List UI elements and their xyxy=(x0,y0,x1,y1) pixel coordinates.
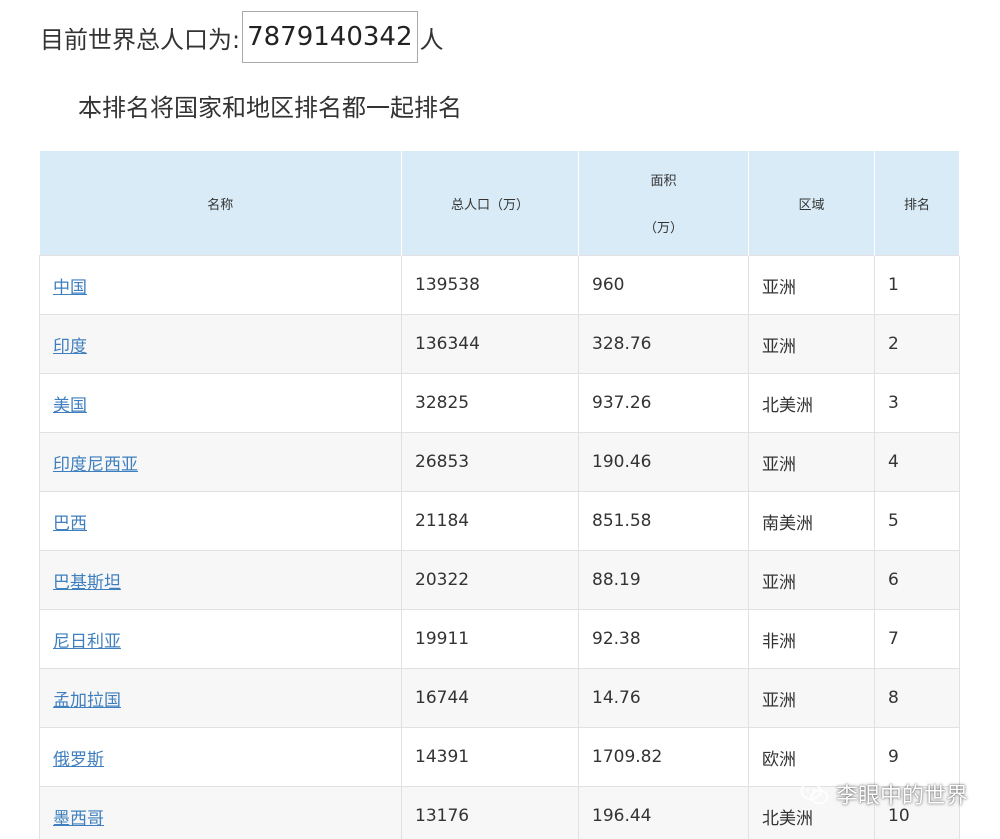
header-row: 名称 总人口（万） 面积 （万） 区域 排名 xyxy=(39,151,960,256)
cell-population: 19911 xyxy=(401,609,579,669)
column-header-name: 名称 xyxy=(39,151,402,256)
cell-region: 南美洲 xyxy=(748,491,875,551)
cell-area: 92.38 xyxy=(578,609,749,669)
population-label: 目前世界总人口为: xyxy=(40,25,241,54)
table-row: 美国 32825 937.26 北美洲 3 xyxy=(39,373,960,433)
country-link[interactable]: 孟加拉国 xyxy=(53,691,121,711)
country-link[interactable]: 巴基斯坦 xyxy=(53,573,121,593)
cell-rank: 2 xyxy=(874,314,960,374)
cell-area: 14.76 xyxy=(578,668,749,728)
cell-name: 墨西哥 xyxy=(39,786,402,839)
cell-area: 851.58 xyxy=(578,491,749,551)
cell-name: 美国 xyxy=(39,373,402,433)
cell-rank: 6 xyxy=(874,550,960,610)
cell-population: 32825 xyxy=(401,373,579,433)
population-value-box: 7879140342 xyxy=(242,11,418,63)
cell-population: 13176 xyxy=(401,786,579,839)
table-row: 巴西 21184 851.58 南美洲 5 xyxy=(39,491,960,551)
cell-area: 1709.82 xyxy=(578,727,749,787)
watermark-text: 李眼中的世界 xyxy=(835,784,968,809)
cell-rank: 8 xyxy=(874,668,960,728)
cell-region: 亚洲 xyxy=(748,432,875,492)
cell-area: 88.19 xyxy=(578,550,749,610)
cell-population: 16744 xyxy=(401,668,579,728)
country-link[interactable]: 中国 xyxy=(53,278,87,298)
country-link[interactable]: 印度 xyxy=(53,337,87,357)
table-body: 中国 139538 960 亚洲 1 印度 136344 328.76 亚洲 2… xyxy=(39,255,960,839)
column-header-rank: 排名 xyxy=(874,151,960,256)
cell-name: 巴西 xyxy=(39,491,402,551)
cell-region: 北美洲 xyxy=(748,373,875,433)
page: 目前世界总人口为: 7879140342 人 本排名将国家和地区排名都一起排名 … xyxy=(0,0,1000,839)
population-ranking-table: 名称 总人口（万） 面积 （万） 区域 排名 中国 139538 960 亚洲 1… xyxy=(39,151,960,839)
cell-area: 960 xyxy=(578,255,749,315)
cell-population: 136344 xyxy=(401,314,579,374)
cell-rank: 4 xyxy=(874,432,960,492)
country-link[interactable]: 尼日利亚 xyxy=(53,632,121,652)
cell-name: 印度尼西亚 xyxy=(39,432,402,492)
cell-population: 139538 xyxy=(401,255,579,315)
country-link[interactable]: 巴西 xyxy=(53,514,87,534)
cell-rank: 1 xyxy=(874,255,960,315)
population-unit: 人 xyxy=(419,25,444,54)
table-row: 印度 136344 328.76 亚洲 2 xyxy=(39,314,960,374)
cell-population: 14391 xyxy=(401,727,579,787)
cell-area: 196.44 xyxy=(578,786,749,839)
cell-region: 亚洲 xyxy=(748,255,875,315)
cell-region: 亚洲 xyxy=(748,550,875,610)
cell-name: 巴基斯坦 xyxy=(39,550,402,610)
cell-area: 328.76 xyxy=(578,314,749,374)
country-link[interactable]: 墨西哥 xyxy=(53,809,104,829)
watermark: 李眼中的世界 xyxy=(800,778,968,810)
cell-rank: 3 xyxy=(874,373,960,433)
column-header-area: 面积 （万） xyxy=(578,151,749,256)
wechat-icon xyxy=(800,782,829,805)
ranking-note: 本排名将国家和地区排名都一起排名 xyxy=(78,94,462,122)
cell-name: 中国 xyxy=(39,255,402,315)
table-header: 名称 总人口（万） 面积 （万） 区域 排名 xyxy=(39,151,960,256)
country-link[interactable]: 俄罗斯 xyxy=(53,750,104,770)
table-row: 尼日利亚 19911 92.38 非洲 7 xyxy=(39,609,960,669)
table-row: 中国 139538 960 亚洲 1 xyxy=(39,255,960,315)
country-link[interactable]: 印度尼西亚 xyxy=(53,455,138,475)
country-link[interactable]: 美国 xyxy=(53,396,87,416)
cell-rank: 7 xyxy=(874,609,960,669)
cell-name: 尼日利亚 xyxy=(39,609,402,669)
column-header-region: 区域 xyxy=(748,151,875,256)
cell-name: 印度 xyxy=(39,314,402,374)
world-population-line: 目前世界总人口为: 7879140342 人 xyxy=(40,10,444,64)
cell-area: 190.46 xyxy=(578,432,749,492)
cell-population: 26853 xyxy=(401,432,579,492)
cell-region: 亚洲 xyxy=(748,668,875,728)
cell-rank: 5 xyxy=(874,491,960,551)
cell-name: 孟加拉国 xyxy=(39,668,402,728)
column-header-population: 总人口（万） xyxy=(401,151,579,256)
cell-name: 俄罗斯 xyxy=(39,727,402,787)
cell-area: 937.26 xyxy=(578,373,749,433)
cell-population: 21184 xyxy=(401,491,579,551)
table-row: 孟加拉国 16744 14.76 亚洲 8 xyxy=(39,668,960,728)
cell-region: 非洲 xyxy=(748,609,875,669)
cell-population: 20322 xyxy=(401,550,579,610)
table-row: 印度尼西亚 26853 190.46 亚洲 4 xyxy=(39,432,960,492)
table-row: 巴基斯坦 20322 88.19 亚洲 6 xyxy=(39,550,960,610)
cell-region: 亚洲 xyxy=(748,314,875,374)
